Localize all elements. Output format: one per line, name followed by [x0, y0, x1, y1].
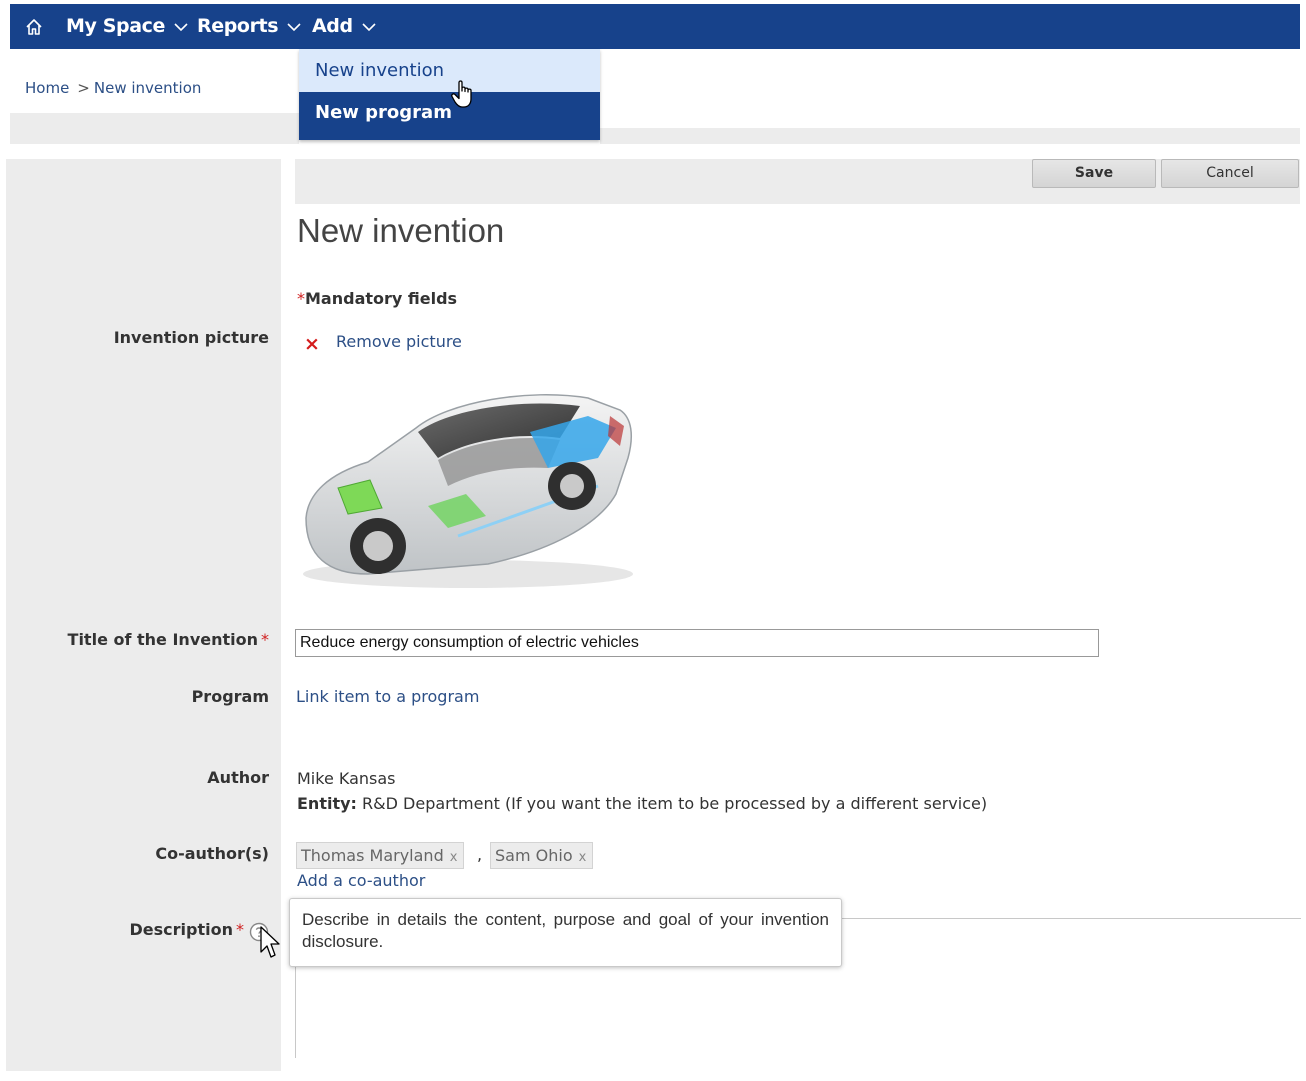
required-mark: * [236, 920, 244, 939]
breadcrumb: Home > New invention [25, 79, 201, 97]
mandatory-text: Mandatory fields [305, 289, 458, 308]
remove-coauthor-icon[interactable]: x [579, 850, 587, 865]
header-strip [600, 128, 1300, 144]
add-dropdown-menu: New invention New program [299, 49, 600, 140]
coauthor-chip: Sam Ohio x [490, 842, 594, 869]
cancel-button[interactable]: Cancel [1161, 159, 1299, 188]
nav-reports-label: Reports [197, 15, 279, 37]
add-coauthor-link[interactable]: Add a co-author [297, 871, 425, 890]
description-label-text: Description [129, 920, 233, 939]
entity-value: R&D Department (If you want the item to … [362, 794, 988, 813]
nav-my-space-label: My Space [66, 15, 165, 37]
remove-coauthor-icon[interactable]: x [450, 850, 458, 865]
hand-cursor-icon [451, 79, 477, 115]
chevron-down-icon [287, 4, 301, 49]
required-mark: * [261, 630, 269, 649]
chevron-down-icon [362, 4, 376, 49]
program-label: Program [191, 687, 269, 706]
author-name: Mike Kansas [297, 769, 396, 788]
nav-add-label: Add [312, 15, 353, 37]
invention-picture [298, 376, 643, 596]
title-label-text: Title of the Invention [67, 630, 258, 649]
coauthors-label: Co-author(s) [155, 844, 269, 863]
nav-reports[interactable]: Reports [197, 4, 301, 49]
entity-label: Entity: [297, 794, 357, 813]
breadcrumb-current: New invention [93, 79, 202, 97]
arrow-cursor-icon [260, 926, 280, 964]
menu-item-new-program[interactable]: New program [299, 92, 600, 140]
save-button[interactable]: Save [1032, 159, 1156, 188]
remove-picture-icon[interactable]: × [304, 333, 320, 355]
title-input[interactable] [295, 629, 1099, 657]
coauthor-separator: , [477, 845, 483, 864]
home-icon[interactable] [24, 17, 44, 41]
breadcrumb-strip [10, 113, 299, 144]
nav-my-space[interactable]: My Space [66, 4, 188, 49]
chevron-down-icon [174, 4, 188, 49]
form-toolbar: Save Cancel [295, 159, 1300, 204]
link-program-link[interactable]: Link item to a program [296, 687, 479, 706]
description-tooltip: Describe in details the content, purpose… [289, 898, 842, 967]
author-entity: Entity: R&D Department (If you want the … [297, 794, 987, 813]
author-label: Author [207, 768, 269, 787]
coauthor-chip: Thomas Maryland x [296, 842, 465, 869]
nav-add[interactable]: Add [312, 4, 376, 49]
coauthor-name: Sam Ohio [495, 846, 573, 865]
mandatory-note: *Mandatory fields [297, 289, 457, 308]
breadcrumb-separator: > [77, 79, 90, 97]
remove-picture-link[interactable]: Remove picture [336, 332, 462, 351]
description-label: Description * [130, 920, 244, 939]
page-title: New invention [297, 212, 505, 249]
invention-picture-label: Invention picture [113, 328, 269, 347]
breadcrumb-home[interactable]: Home [25, 79, 69, 97]
mandatory-star: * [297, 289, 305, 308]
title-label: Title of the Invention * [68, 630, 269, 649]
coauthor-name: Thomas Maryland [301, 846, 444, 865]
top-nav-bar: My Space Reports Add [10, 4, 1300, 49]
menu-item-new-invention[interactable]: New invention [299, 49, 600, 92]
